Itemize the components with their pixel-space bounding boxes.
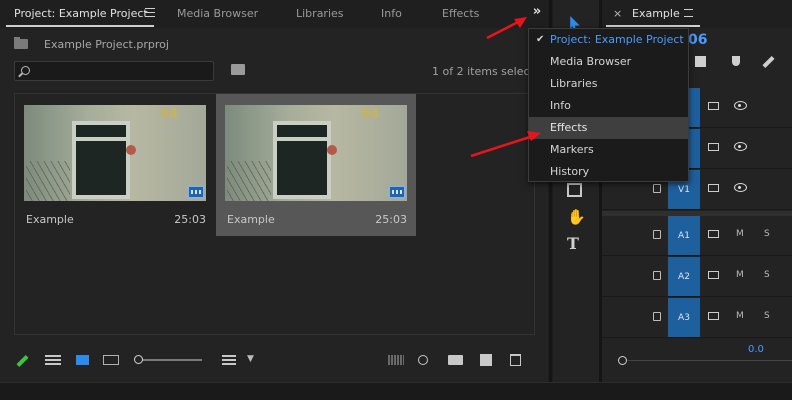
menu-item-label: Media Browser xyxy=(550,55,632,68)
solo-button[interactable]: S xyxy=(764,311,770,321)
project-file-name: Example Project.prproj xyxy=(44,38,169,51)
marker-icon[interactable] xyxy=(732,56,740,66)
panel-menu-icon[interactable] xyxy=(684,9,693,17)
menu-item-label: Project: Example Project xyxy=(550,33,684,46)
sync-lock-icon[interactable] xyxy=(708,143,719,151)
track-header-a1[interactable]: A1 M S xyxy=(602,216,792,256)
tab-project[interactable]: Project: Example Project xyxy=(14,7,148,20)
lock-icon[interactable] xyxy=(653,184,661,193)
sequence-badge-icon xyxy=(389,186,405,198)
find-icon[interactable] xyxy=(418,355,428,365)
menu-item-label: Info xyxy=(550,99,571,112)
list-view-icon[interactable] xyxy=(45,355,61,365)
panel-menu-icon[interactable] xyxy=(145,8,155,17)
sort-icon[interactable] xyxy=(222,355,236,365)
menu-item-label: History xyxy=(550,165,590,178)
solo-button[interactable]: S xyxy=(764,229,770,239)
chevron-down-icon[interactable]: ▼ xyxy=(247,354,254,364)
items-count-label: 1 of 2 items selected xyxy=(432,65,528,78)
solo-button[interactable]: S xyxy=(764,270,770,280)
project-folder-icon xyxy=(14,37,28,49)
mute-button[interactable]: M xyxy=(736,311,744,321)
clip-duration: 25:03 xyxy=(174,213,206,226)
menu-item-project[interactable]: ✔ Project: Example Project xyxy=(529,29,688,51)
project-bottom-bar: ▼ xyxy=(0,345,548,375)
track-label[interactable]: A2 xyxy=(668,257,700,296)
track-header-a2[interactable]: A2 M S xyxy=(602,257,792,297)
snap-icon[interactable] xyxy=(695,56,706,67)
clip-thumbnail[interactable]: 94 xyxy=(24,105,206,201)
menu-item-history[interactable]: History xyxy=(529,161,688,183)
zoom-slider-knob[interactable] xyxy=(134,355,143,364)
mute-button[interactable]: M xyxy=(736,270,744,280)
sync-lock-icon[interactable] xyxy=(708,312,719,320)
zoom-slider[interactable] xyxy=(134,355,202,364)
timeline-tab-title[interactable]: Example xyxy=(632,7,680,20)
active-tab-underline xyxy=(606,25,700,27)
track-label[interactable]: A3 xyxy=(668,298,700,337)
search-input[interactable] xyxy=(37,63,207,79)
hand-tool-icon[interactable]: ✋ xyxy=(567,209,586,225)
clip-name: Example xyxy=(227,213,275,226)
freeform-view-icon[interactable] xyxy=(103,355,119,365)
clip-card[interactable]: 94 Example 25:03 xyxy=(15,94,215,236)
master-volume-value[interactable]: 0.0 xyxy=(748,344,764,355)
menu-item-label: Libraries xyxy=(550,77,598,90)
project-tabbar: Project: Example Project Media Browser L… xyxy=(0,0,548,28)
clip-thumbnail[interactable]: 94 xyxy=(225,105,407,201)
tab-libraries[interactable]: Libraries xyxy=(296,7,344,20)
menu-item-label: Markers xyxy=(550,143,594,156)
track-label[interactable]: A1 xyxy=(668,216,700,255)
sync-lock-icon[interactable] xyxy=(708,271,719,279)
active-tab-underline xyxy=(6,25,154,27)
pencil-icon[interactable] xyxy=(16,354,29,368)
eye-icon[interactable] xyxy=(734,183,747,192)
close-icon[interactable]: × xyxy=(613,7,622,20)
timeline-scrollbar[interactable] xyxy=(628,360,792,361)
project-panel: Project: Example Project Media Browser L… xyxy=(0,0,548,382)
rectangle-tool-icon[interactable] xyxy=(567,183,582,197)
tab-effects[interactable]: Effects xyxy=(442,7,479,20)
timecode-display[interactable]: 06 xyxy=(688,32,707,48)
timeline-tabbar: × Example xyxy=(602,0,792,28)
clip-card-selected[interactable]: 94 Example 25:03 xyxy=(216,94,416,236)
clip-grid: 94 Example 25:03 94 Example 25:03 xyxy=(14,93,535,335)
sync-lock-icon[interactable] xyxy=(708,102,719,110)
sync-lock-icon[interactable] xyxy=(708,184,719,192)
new-item-icon[interactable] xyxy=(480,354,492,366)
menu-item-libraries[interactable]: Libraries xyxy=(529,73,688,95)
new-bin-icon[interactable] xyxy=(448,355,463,365)
menu-item-info[interactable]: Info xyxy=(529,95,688,117)
checkmark-icon: ✔ xyxy=(536,34,545,45)
tab-info[interactable]: Info xyxy=(381,7,402,20)
menu-item-effects[interactable]: Effects xyxy=(529,117,688,139)
lock-icon[interactable] xyxy=(653,312,661,321)
eye-icon[interactable] xyxy=(734,142,747,151)
search-icon xyxy=(21,66,30,75)
menu-item-label: Effects xyxy=(550,121,588,134)
tab-overflow-button[interactable]: » xyxy=(528,4,546,22)
menu-item-media-browser[interactable]: Media Browser xyxy=(529,51,688,73)
panel-overflow-menu: ✔ Project: Example Project Media Browser… xyxy=(528,28,689,182)
sync-lock-icon[interactable] xyxy=(708,230,719,238)
eye-icon[interactable] xyxy=(734,101,747,110)
timeline-zoom-knob[interactable] xyxy=(618,356,627,365)
type-tool-icon[interactable]: T xyxy=(567,236,583,252)
lock-icon[interactable] xyxy=(653,271,661,280)
clip-name: Example xyxy=(26,213,74,226)
wrench-icon[interactable] xyxy=(762,55,775,69)
track-header-a3[interactable]: A3 M S xyxy=(602,298,792,338)
lock-icon[interactable] xyxy=(653,230,661,239)
icon-view-icon[interactable] xyxy=(76,355,89,365)
mute-button[interactable]: M xyxy=(736,229,744,239)
search-box[interactable] xyxy=(14,61,214,81)
automate-to-sequence-icon[interactable] xyxy=(388,355,404,365)
video-badge-icon xyxy=(188,186,204,198)
clear-icon[interactable] xyxy=(510,354,521,366)
tab-media-browser[interactable]: Media Browser xyxy=(177,7,258,20)
status-strip xyxy=(0,382,792,400)
new-search-bin-icon[interactable] xyxy=(231,64,245,75)
menu-item-markers[interactable]: Markers xyxy=(529,139,688,161)
clip-duration: 25:03 xyxy=(375,213,407,226)
